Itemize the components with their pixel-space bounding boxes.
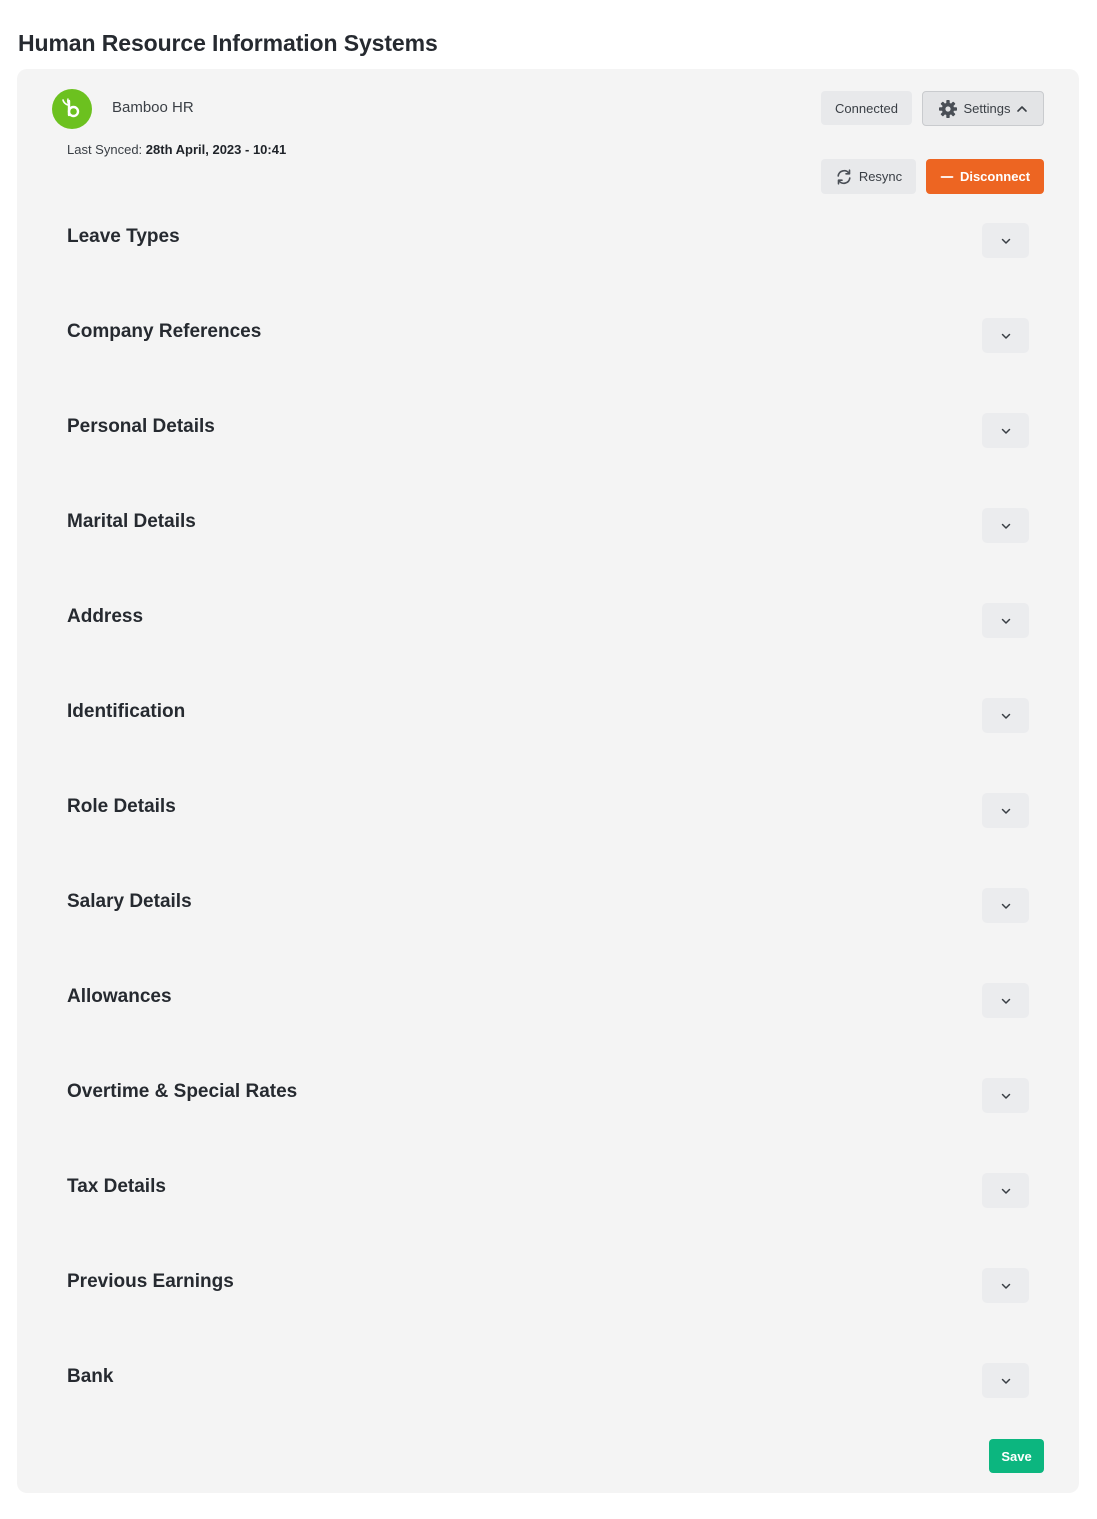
section-title: Salary Details — [67, 891, 192, 912]
section-row[interactable]: Previous Earnings — [67, 1268, 1029, 1308]
expand-toggle-button[interactable] — [982, 1268, 1029, 1303]
minus-icon — [940, 175, 954, 178]
expand-toggle-button[interactable] — [982, 1363, 1029, 1398]
last-synced-label: Last Synced: — [67, 142, 143, 157]
section-row[interactable]: Allowances — [67, 983, 1029, 1023]
section-row[interactable]: Bank — [67, 1363, 1029, 1403]
chevron-up-icon — [1017, 105, 1028, 112]
settings-label: Settings — [963, 101, 1011, 116]
chevron-down-icon — [1001, 333, 1010, 339]
section-title: Address — [67, 606, 144, 627]
chevron-down-icon — [1001, 1283, 1010, 1289]
expand-toggle-button[interactable] — [982, 888, 1029, 923]
expand-toggle-button[interactable] — [982, 983, 1029, 1018]
settings-button[interactable]: Settings — [922, 91, 1044, 126]
expand-toggle-button[interactable] — [982, 603, 1029, 638]
chevron-down-icon — [1001, 1093, 1010, 1099]
chevron-down-icon — [1001, 523, 1010, 529]
expand-toggle-button[interactable] — [982, 413, 1029, 448]
save-label: Save — [1001, 1448, 1032, 1464]
section-row[interactable]: Salary Details — [67, 888, 1029, 928]
section-title: Marital Details — [67, 511, 196, 532]
page-title: Human Resource Information Systems — [18, 30, 438, 56]
section-row[interactable]: Overtime & Special Rates — [67, 1078, 1029, 1118]
section-row[interactable]: Marital Details — [67, 508, 1029, 548]
expand-toggle-button[interactable] — [982, 223, 1029, 258]
section-row[interactable]: Personal Details — [67, 413, 1029, 453]
chevron-down-icon — [1001, 618, 1010, 624]
section-row[interactable]: Company References — [67, 318, 1029, 358]
refresh-icon — [837, 168, 851, 185]
section-title: Leave Types — [67, 226, 180, 247]
section-title: Bank — [67, 1366, 114, 1387]
bamboo-hr-logo — [52, 89, 92, 129]
disconnect-label: Disconnect — [959, 169, 1031, 184]
expand-toggle-button[interactable] — [982, 318, 1029, 353]
section-title: Allowances — [67, 986, 172, 1007]
expand-toggle-button[interactable] — [982, 1173, 1029, 1208]
expand-toggle-button[interactable] — [982, 508, 1029, 543]
section-row[interactable]: Address — [67, 603, 1029, 643]
last-synced: Last Synced: 28th April, 2023 - 10:41 — [67, 142, 286, 157]
expand-toggle-button[interactable] — [982, 1078, 1029, 1113]
resync-button[interactable]: Resync — [821, 159, 916, 194]
chevron-down-icon — [1001, 238, 1010, 244]
section-title: Previous Earnings — [67, 1271, 234, 1292]
section-row[interactable]: Tax Details — [67, 1173, 1029, 1213]
provider-name: Bamboo HR — [112, 99, 194, 116]
expand-toggle-button[interactable] — [982, 698, 1029, 733]
last-synced-value: 28th April, 2023 - 10:41 — [145, 142, 287, 157]
chevron-down-icon — [1001, 1188, 1010, 1194]
section-title: Role Details — [67, 796, 176, 817]
section-title: Overtime & Special Rates — [67, 1081, 298, 1102]
disconnect-button[interactable]: Disconnect — [926, 159, 1044, 194]
expand-toggle-button[interactable] — [982, 793, 1029, 828]
chevron-down-icon — [1001, 998, 1010, 1004]
chevron-down-icon — [1001, 713, 1010, 719]
resync-label: Resync — [858, 169, 903, 184]
chevron-down-icon — [1001, 1378, 1010, 1384]
section-row[interactable]: Leave Types — [67, 223, 1029, 263]
bamboo-logo-icon — [62, 98, 80, 118]
save-button[interactable]: Save — [989, 1439, 1044, 1473]
section-title: Tax Details — [67, 1176, 166, 1197]
section-title: Company References — [67, 321, 262, 342]
integration-card: Bamboo HR Last Synced: 28th April, 2023 … — [17, 69, 1079, 1493]
connected-status-button[interactable]: Connected — [821, 91, 912, 125]
section-title: Identification — [67, 701, 186, 722]
section-row[interactable]: Role Details — [67, 793, 1029, 833]
chevron-down-icon — [1001, 808, 1010, 814]
section-title: Personal Details — [67, 416, 215, 437]
gear-icon — [938, 99, 957, 118]
section-row[interactable]: Identification — [67, 698, 1029, 738]
chevron-down-icon — [1001, 428, 1010, 434]
chevron-down-icon — [1001, 903, 1010, 909]
connected-label: Connected — [835, 100, 898, 116]
